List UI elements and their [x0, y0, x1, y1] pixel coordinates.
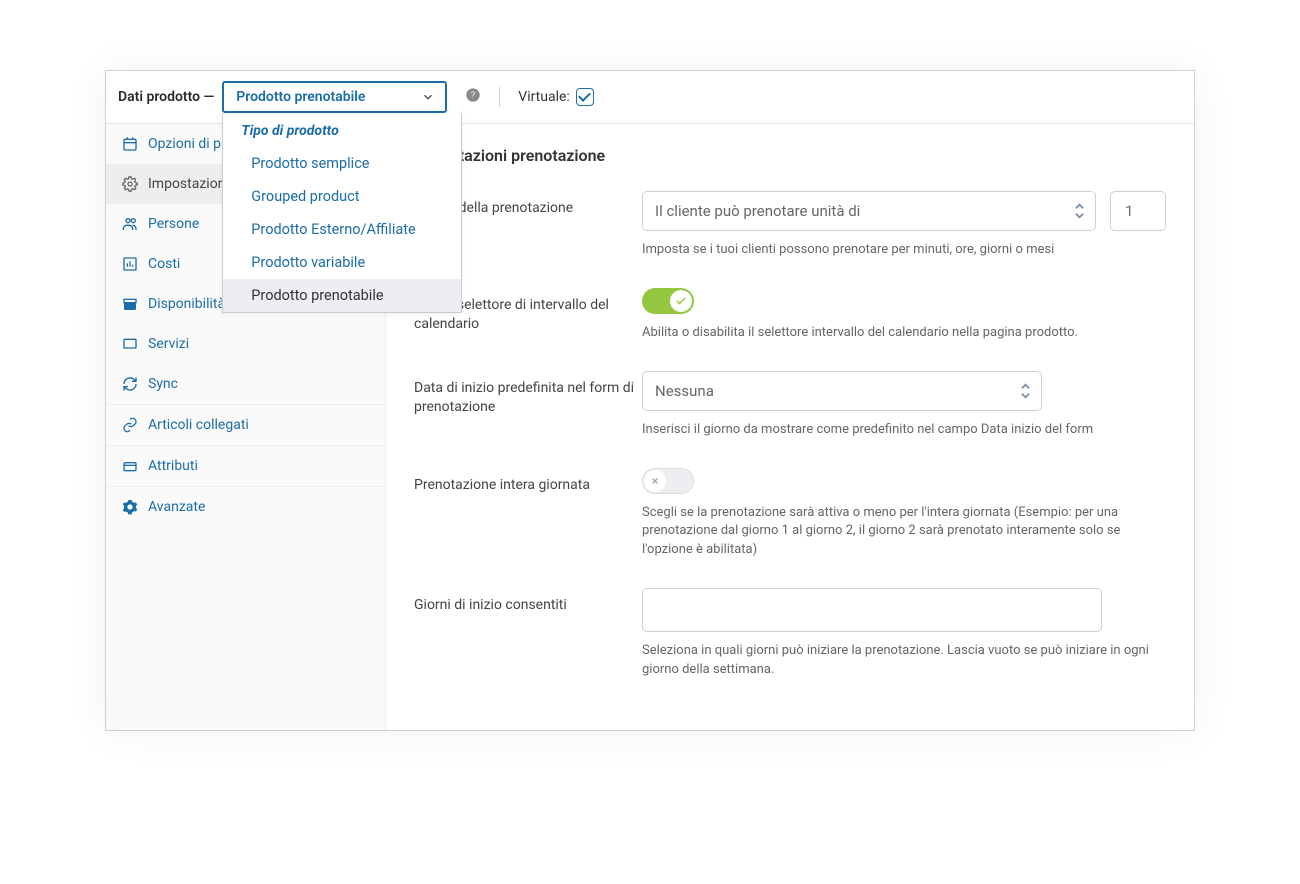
duration-select-value: Il cliente può prenotare unità di [655, 202, 860, 220]
duration-number-value: 1 [1125, 202, 1133, 220]
sidebar-item-label: Persone [148, 216, 199, 232]
dropdown-item-grouped[interactable]: Grouped product [223, 180, 461, 213]
dropdown-item-simple[interactable]: Prodotto semplice [223, 147, 461, 180]
dropdown-header: Tipo di prodotto [223, 113, 461, 147]
allowed-days-label: Giorni di inizio consentiti [414, 588, 642, 615]
sidebar-item-label: Attributi [148, 458, 198, 474]
toggle-knob-on [670, 290, 692, 312]
chevron-down-icon [421, 90, 435, 104]
screen-icon [122, 336, 138, 352]
row-allowed-days: Giorni di inizio consentiti Seleziona in… [414, 588, 1166, 680]
sidebar-item-attributes[interactable]: Attributi [106, 445, 385, 486]
default-date-select-value: Nessuna [655, 382, 714, 400]
duration-number-input[interactable]: 1 [1110, 191, 1166, 231]
row-default-date: Data di inizio predefinita nel form di p… [414, 371, 1166, 440]
dropdown-item-external[interactable]: Prodotto Esterno/Affiliate [223, 213, 461, 246]
main-content: Impostazioni prenotazione Durata della p… [386, 124, 1194, 730]
default-date-desc: Inserisci il giorno da mostrare come pre… [642, 421, 1166, 440]
virtual-label: Virtuale: [518, 89, 570, 105]
full-day-label: Prenotazione intera giornata [414, 468, 642, 495]
default-date-label: Data di inizio predefinita nel form di p… [414, 371, 642, 417]
panel-header: Dati prodotto — Prodotto prenotabile Tip… [106, 71, 1194, 124]
gear-icon [122, 176, 138, 192]
updown-icon [1020, 382, 1031, 400]
row-duration: Durata della prenotazione Il cliente può… [414, 191, 1166, 260]
header-divider [499, 87, 500, 107]
default-date-select[interactable]: Nessuna [642, 371, 1042, 411]
product-type-select-wrap: Prodotto prenotabile Tipo di prodotto Pr… [222, 81, 447, 113]
svg-text:10: 10 [127, 303, 134, 310]
dropdown-item-bookable[interactable]: Prodotto prenotabile [223, 279, 461, 312]
badge-icon [122, 458, 138, 474]
updown-icon [1074, 202, 1085, 220]
sidebar-item-label: Sync [148, 376, 178, 392]
chart-icon [122, 256, 138, 272]
row-full-day: Prenotazione intera giornata Scegli se l… [414, 468, 1166, 561]
product-type-dropdown: Tipo di prodotto Prodotto semplice Group… [222, 113, 462, 313]
date-icon: 10 [122, 296, 138, 312]
help-icon[interactable]: ? [465, 87, 481, 107]
sidebar-item-label: Articoli collegati [148, 417, 249, 433]
people-icon [122, 216, 138, 232]
full-day-toggle[interactable] [642, 468, 694, 494]
sidebar-item-linked-products[interactable]: Articoli collegati [106, 404, 385, 445]
sidebar-item-sync[interactable]: Sync [106, 364, 385, 404]
section-title: Impostazioni prenotazione [414, 146, 1166, 165]
cog-icon [122, 499, 138, 515]
allowed-days-desc: Seleziona in quali giorni può iniziare l… [642, 642, 1166, 680]
virtual-wrap: Virtuale: [518, 88, 594, 106]
sidebar-item-label: Avanzate [148, 499, 205, 515]
link-icon [122, 417, 138, 433]
range-toggle[interactable] [642, 288, 694, 314]
sync-icon [122, 376, 138, 392]
sidebar-item-label: Servizi [148, 336, 189, 352]
full-day-desc: Scegli se la prenotazione sarà attiva o … [642, 504, 1166, 561]
sidebar-item-advanced[interactable]: Avanzate [106, 486, 385, 527]
row-range-selector: Abilita selettore di intervallo del cale… [414, 288, 1166, 343]
duration-select[interactable]: Il cliente può prenotare unità di [642, 191, 1096, 231]
virtual-checkbox[interactable] [576, 88, 594, 106]
duration-desc: Imposta se i tuoi clienti possono prenot… [642, 241, 1166, 260]
allowed-days-input[interactable] [642, 588, 1102, 632]
range-desc: Abilita o disabilita il selettore interv… [642, 324, 1166, 343]
product-type-select[interactable]: Prodotto prenotabile [222, 81, 447, 113]
product-type-selected-text: Prodotto prenotabile [236, 89, 365, 105]
sidebar-item-label: Disponibilità [148, 296, 225, 312]
calendar-icon [122, 136, 138, 152]
svg-text:?: ? [471, 91, 476, 100]
toggle-knob-off [644, 470, 666, 492]
sidebar-item-services[interactable]: Servizi [106, 324, 385, 364]
sidebar-item-label: Costi [148, 256, 180, 272]
header-label: Dati prodotto — [118, 89, 214, 105]
product-data-panel: Dati prodotto — Prodotto prenotabile Tip… [105, 70, 1195, 731]
dropdown-item-variable[interactable]: Prodotto variabile [223, 246, 461, 279]
